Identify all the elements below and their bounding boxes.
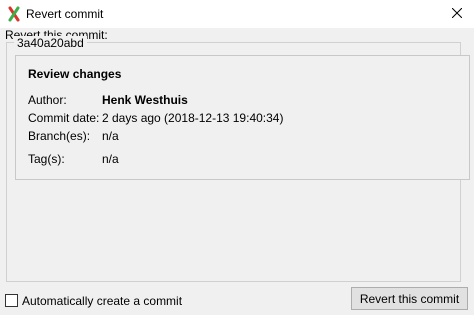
close-button[interactable] <box>446 3 468 25</box>
revert-commit-button[interactable]: Revert this commit <box>351 287 468 310</box>
git-extensions-icon <box>7 6 21 22</box>
commit-date-label: Commit date: <box>28 111 100 125</box>
tags-value: n/a <box>102 152 119 166</box>
auto-commit-checkbox[interactable] <box>5 294 18 307</box>
author-label: Author: <box>28 93 67 107</box>
commit-hash-label: 3a40a20abd <box>14 36 87 50</box>
review-changes-heading: Review changes <box>28 67 122 81</box>
title-bar: Revert commit <box>0 0 474 28</box>
commit-date-value: 2 days ago (2018-12-13 19:40:34) <box>102 111 284 125</box>
window-title: Revert commit <box>26 7 104 21</box>
auto-commit-label[interactable]: Automatically create a commit <box>22 294 182 308</box>
close-icon <box>451 7 463 21</box>
tags-label: Tag(s): <box>28 152 65 166</box>
branches-label: Branch(es): <box>28 129 91 143</box>
author-value: Henk Westhuis <box>102 93 188 107</box>
revert-commit-dialog: Revert commit Revert this commit: 3a40a2… <box>0 0 474 315</box>
branches-value: n/a <box>102 129 119 143</box>
